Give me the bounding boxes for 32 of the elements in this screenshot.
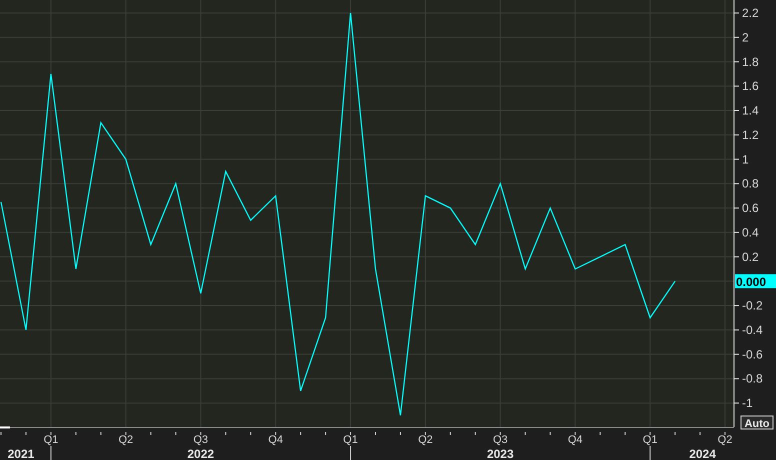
y-tick-label: 0.6 [742, 201, 759, 216]
y-tick-label: -0.6 [742, 347, 763, 362]
x-tick-label: Q1 [44, 434, 58, 446]
auto-button[interactable]: Auto [740, 416, 774, 430]
year-label: 2024 [689, 447, 716, 460]
y-tick-label: 0.2 [742, 250, 759, 264]
y-tick-label: 1.8 [742, 54, 759, 69]
x-tick-label: Q2 [418, 434, 433, 446]
x-tick-label: Q2 [118, 434, 134, 446]
x-tick-label: Q1 [343, 434, 358, 446]
year-label: 2022 [187, 447, 214, 460]
y-tick-label: 1.6 [742, 79, 759, 94]
year-label: 2023 [486, 447, 514, 460]
y-tick-label: 1 [742, 152, 749, 166]
y-tick-label: -0.2 [742, 298, 763, 313]
y-tick-label: 1.2 [742, 128, 759, 142]
x-tick-label: Q4 [568, 434, 583, 446]
y-tick-label: -0.8 [742, 372, 763, 386]
y-tick-label: 2.2 [742, 6, 759, 20]
x-tick-label: Q3 [193, 434, 208, 446]
y-tick-label: 1.4 [742, 104, 759, 118]
x-tick-label: Q3 [492, 434, 508, 446]
year-label: 2021 [8, 447, 34, 460]
y-tick-label: 2 [742, 30, 749, 44]
x-tick-label: Q1 [642, 434, 658, 446]
y-tick-label: 0.4 [742, 225, 759, 240]
y-tick-label: -1 [742, 396, 753, 410]
x-tick-label: Q4 [268, 434, 283, 446]
last-value-label: 0.000 [735, 274, 776, 290]
x-tick-label: Q2 [718, 434, 732, 446]
y-tick-label: 0.8 [742, 176, 759, 191]
y-tick-label: -0.4 [742, 322, 763, 337]
